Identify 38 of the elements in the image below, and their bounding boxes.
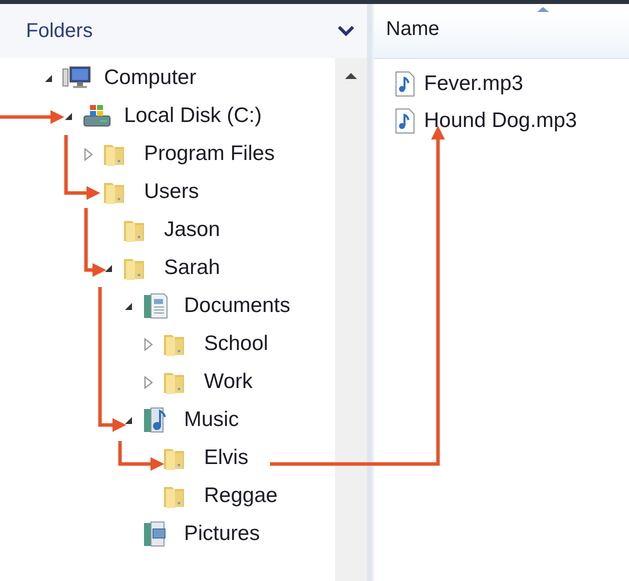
pane-title: Folders (26, 20, 93, 42)
tree-item[interactable]: School (204, 332, 268, 356)
tree-item[interactable]: Elvis (204, 446, 248, 470)
tree-item[interactable]: Sarah (164, 256, 220, 280)
tree-item[interactable]: Computer (104, 66, 196, 90)
tree-item[interactable]: Users (144, 180, 199, 204)
expanded-arrow-icon[interactable] (124, 416, 132, 424)
tree-item[interactable]: Pictures (184, 522, 260, 546)
tree-item[interactable]: Program Files (144, 142, 275, 166)
collapsed-arrow-icon[interactable] (144, 376, 152, 388)
tree-item[interactable]: Reggae (204, 484, 278, 508)
expanded-arrow-icon[interactable] (104, 264, 112, 272)
collapsed-arrow-icon[interactable] (84, 148, 92, 160)
expanded-arrow-icon[interactable] (124, 302, 132, 310)
tree-item[interactable]: Work (204, 370, 253, 394)
file-name[interactable]: Hound Dog.mp3 (424, 108, 577, 132)
collapsed-arrow-icon[interactable] (144, 338, 152, 350)
computer-icon (62, 65, 92, 91)
tree-item[interactable]: Music (184, 408, 239, 432)
expanded-arrow-icon[interactable] (64, 112, 72, 120)
music-library-icon (142, 406, 168, 434)
expanded-arrow-icon[interactable] (44, 74, 52, 82)
tree-item[interactable]: Local Disk (C:) (124, 104, 262, 128)
scroll-up-icon[interactable] (344, 72, 358, 80)
annotation-arrow (118, 441, 164, 471)
tree-item[interactable]: Jason (164, 218, 220, 242)
pictures-library-icon (142, 520, 168, 548)
drive-icon (82, 103, 112, 129)
annotation-arrow (64, 135, 100, 200)
audio-file-icon (394, 70, 416, 96)
documents-library-icon (142, 292, 168, 320)
tree-item[interactable]: Documents (184, 294, 290, 318)
annotation-arrow (0, 110, 64, 124)
scrollbar[interactable] (335, 58, 367, 581)
chevron-down-icon[interactable] (337, 25, 355, 37)
audio-file-icon (394, 108, 416, 134)
file-name[interactable]: Fever.mp3 (424, 72, 524, 96)
annotation-arrow (84, 208, 106, 277)
